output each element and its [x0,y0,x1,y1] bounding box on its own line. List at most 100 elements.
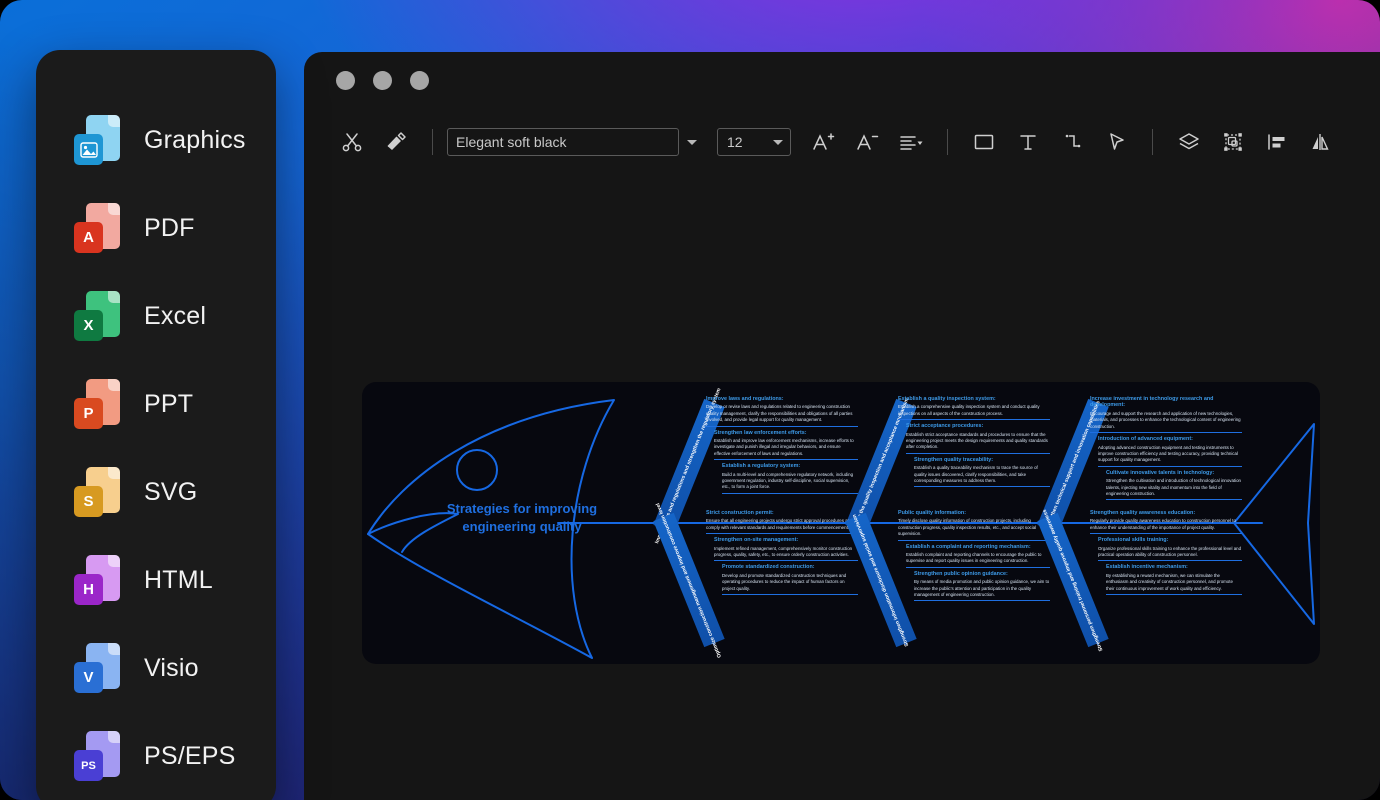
branch-sub-heading: Cultivate innovative talents in technolo… [1106,469,1215,476]
branch-sub-heading: Strict construction permit: [706,510,774,516]
font-size-chevron-down-icon [773,139,783,145]
layers-icon[interactable] [1167,120,1211,164]
branch-sub-body: Implement refined management, comprehens… [714,545,853,558]
sidebar-item-graphics[interactable]: Graphics [36,96,276,184]
text-tool-icon[interactable] [1006,120,1050,164]
sidebar-item-label: HTML [144,565,213,594]
toolbar-divider-2 [947,129,948,155]
branch-sub-item: Cultivate innovative talents in technolo… [1106,470,1242,501]
sidebar-item-label: PS/EPS [144,741,236,770]
font-name-input[interactable] [447,128,679,156]
branch-sub-heading: Professional skills training: [1098,537,1169,544]
branch-sub-rule [722,492,858,494]
sidebar-item-ppt[interactable]: P PPT [36,360,276,448]
branch-sub-body: Build a multi-level and comprehensive re… [722,471,854,490]
branch-sub-body: Establish and improve law enforcement me… [714,438,854,456]
branch-sub-body: By establishing a reward mechanism, we c… [1106,572,1233,591]
branch-sub-item: Establish a quality inspection system: Es… [898,396,1050,421]
graphics-file-icon [74,115,120,165]
branch-sub-rule [914,600,1050,602]
branch-sub-body: Organize professional skills training to… [1098,545,1242,558]
increase-font-size-icon[interactable] [801,120,845,164]
editor-canvas: Strategies for improving engineering qua… [362,332,1320,664]
branch-sub-item: Strengthen quality awareness education: R… [1090,510,1242,535]
branch-sub-rule [906,566,1050,568]
decrease-font-size-icon[interactable] [845,120,889,164]
branch-sub-rule [1106,594,1242,596]
sidebar-item-ps-eps[interactable]: PS PS/EPS [36,712,276,800]
editor-toolbar: 12 [304,108,1380,176]
rectangle-shape-icon[interactable] [962,120,1006,164]
sidebar-item-svg[interactable]: S SVG [36,448,276,536]
branch-sub-item: Strengthen quality traceability: Establis… [914,457,1050,488]
branch-sub-heading: Introduction of advanced equipment: [1098,436,1193,443]
branch-sub-rule [1090,432,1242,434]
sidebar-item-excel[interactable]: X Excel [36,272,276,360]
text-align-icon[interactable] [889,120,933,164]
maximize-dot[interactable] [410,70,429,90]
visio-file-icon: V [74,643,120,693]
branch-sub-heading: Establish a quality inspection system: [898,396,996,402]
pointer-select-icon[interactable] [1094,120,1138,164]
branch-sub-body: Develop or revise laws and regulations r… [706,404,853,423]
font-size-select[interactable]: 12 [717,128,791,156]
close-dot[interactable] [336,70,355,90]
branch-content-block[interactable]: Improve laws and regulations: Develop or … [706,396,858,497]
branch-content-block[interactable]: Public quality information: Timely disclo… [898,510,1050,604]
font-name-dropdown-icon[interactable] [679,128,705,156]
branch-sub-heading: Establish a regulatory system: [722,463,801,470]
flip-horizontal-icon[interactable] [1299,120,1343,164]
branch-sub-rule [1098,465,1242,467]
branch-sub-rule [706,425,858,427]
branch-sub-body: Strengthen the cultivation and introduct… [1106,478,1241,496]
branch-content-block[interactable]: Increase investment in technology resear… [1090,396,1242,503]
format-painter-icon[interactable] [374,120,418,164]
pdf-file-icon: A [74,203,120,253]
branch-sub-rule [714,459,858,461]
branch-sub-heading: Increase investment in technology resear… [1090,396,1214,409]
branch-sub-item: Strengthen public opinion guidance: By me… [914,571,1050,602]
branch-sub-item: Establish incentive mechanism: By establi… [1106,564,1242,596]
sidebar-item-label: PPT [144,389,194,418]
sidebar-item-pdf[interactable]: A PDF [36,184,276,272]
branch-sub-item: Introduction of advanced equipment: Adopt… [1098,436,1242,467]
branch-sub-body: By means of media promotion and public o… [914,579,1050,598]
branch-sub-heading: Public quality information: [898,510,966,516]
sidebar-item-visio[interactable]: V Visio [36,624,276,712]
branch-content-block[interactable]: Strict construction permit: Ensure that a… [706,510,858,598]
branch-sub-body: Timely disclose quality information of c… [898,518,1037,537]
ps-eps-file-icon: PS [74,731,120,781]
branch-sub-item: Strengthen on-site management: Implement … [714,537,858,562]
branch-sub-body: Establish complaint and reporting channe… [906,552,1042,564]
branch-sub-heading: Promote standardized construction: [722,564,815,571]
branch-sub-item: Strict construction permit: Ensure that a… [706,510,858,535]
app-window: 12 [304,52,1380,800]
branch-sub-item: Establish a regulatory system: Build a mu… [722,463,858,494]
branch-content-block[interactable]: Strengthen quality awareness education: R… [1090,510,1242,598]
desktop-backdrop: Graphics A PDF X Excel P PPT S SVG H HTML V Visio PS P… [0,0,1380,800]
align-left-objects-icon[interactable] [1255,120,1299,164]
branch-sub-body: Establish a quality traceability mechani… [914,465,1038,484]
toolbar-divider-3 [1152,129,1153,155]
excel-file-icon: X [74,291,120,341]
fishbone-diagram[interactable]: Strategies for improving engineering qua… [362,382,1320,664]
branch-sub-item: Establish a complaint and reporting mech… [906,544,1050,568]
branch-sub-body: Adopting advanced construction equipment… [1098,444,1238,463]
branch-sub-heading: Strengthen public opinion guidance: [914,570,1008,577]
connector-line-icon[interactable] [1050,120,1094,164]
cut-icon[interactable] [330,120,374,164]
branch-content-block[interactable]: Establish a quality inspection system: Es… [898,396,1050,490]
branch-sub-body: Encourage and support the research and a… [1090,410,1241,429]
branch-sub-item: Strict acceptance procedures: Establish s… [906,423,1050,454]
group-objects-icon[interactable] [1211,120,1255,164]
branch-sub-item: Improve laws and regulations: Develop or … [706,396,858,427]
branch-sub-item: Increase investment in technology resear… [1090,396,1242,434]
window-titlebar [304,52,1380,108]
sidebar-item-label: Excel [144,301,207,330]
branch-sub-heading: Strengthen on-site management: [714,537,799,544]
minimize-dot[interactable] [373,70,392,90]
branch-sub-rule [714,560,858,562]
branch-sub-rule [1090,533,1242,535]
branch-sub-body: Establish strict acceptance standards an… [906,431,1048,450]
sidebar-item-html[interactable]: H HTML [36,536,276,624]
